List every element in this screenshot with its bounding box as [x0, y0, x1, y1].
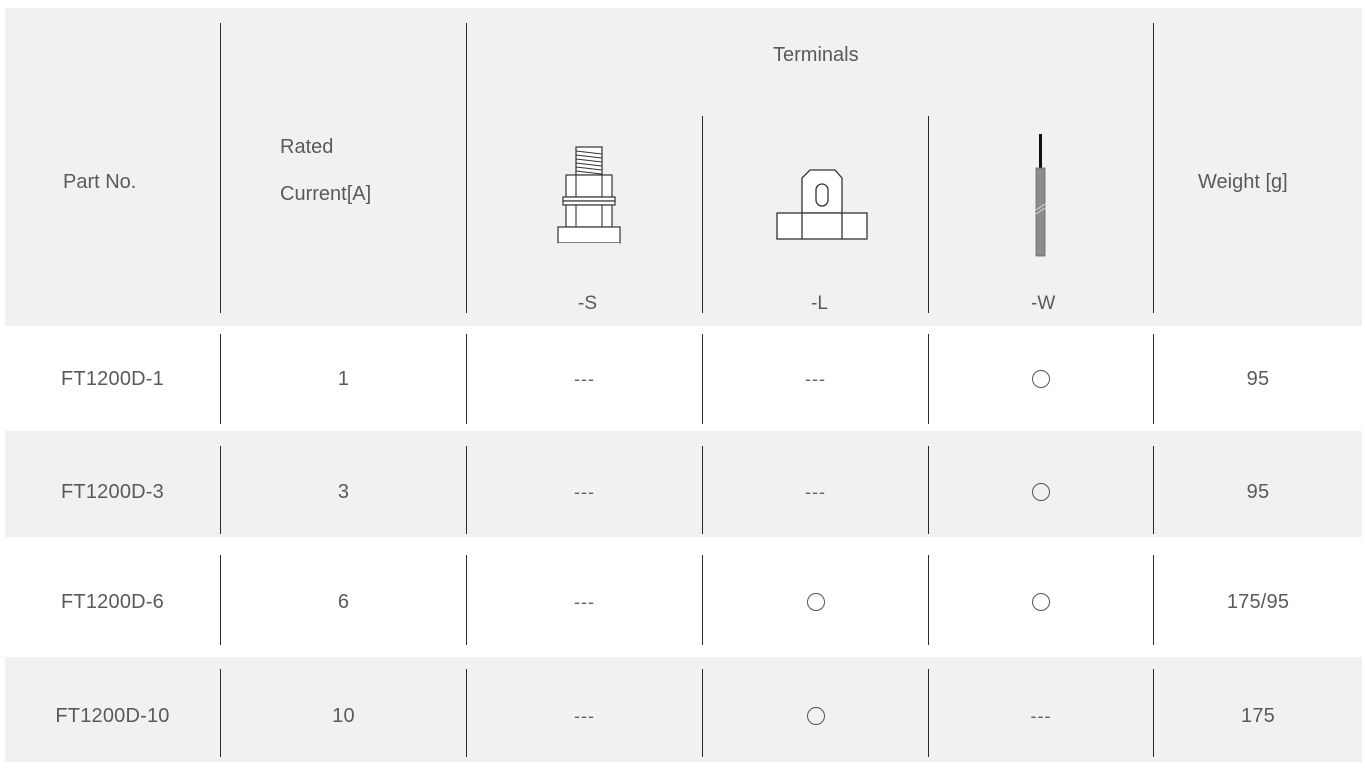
- header-divider-3: [702, 116, 703, 313]
- terminal-w-cell: [929, 543, 1153, 661]
- header-divider-4: [928, 116, 929, 313]
- table-row: FT1200D-6 6 --- 175/95: [5, 543, 1362, 655]
- weight-header: Weight [g]: [1198, 171, 1288, 193]
- weight-cell: 175/95: [1226, 590, 1290, 613]
- rated-header-line2: Current[A]: [280, 183, 372, 205]
- terminal-s-cell: ---: [574, 705, 595, 726]
- terminal-l-cell: [703, 657, 928, 775]
- part-no-cell: FT1200D-10: [55, 704, 170, 727]
- weight-cell: 95: [1246, 480, 1270, 503]
- term-w-label: -W: [1031, 293, 1056, 314]
- header-divider-2: [466, 23, 467, 313]
- table-header: Part No. Rated Current[A] Terminals Weig…: [5, 8, 1362, 326]
- lug-terminal-icon: [775, 166, 869, 242]
- table-row: FT1200D-1 1 --- --- 95: [5, 326, 1362, 432]
- weight-cell: 175: [1241, 704, 1275, 727]
- rated-current-cell: 10: [332, 704, 355, 727]
- terminal-s-cell: ---: [574, 591, 595, 612]
- circle-mark-icon: [1032, 483, 1050, 501]
- part-no-header: Part No.: [63, 171, 137, 193]
- header-divider-1: [220, 23, 221, 313]
- terminal-l-cell: ---: [805, 368, 826, 389]
- circle-mark-icon: [1032, 593, 1050, 611]
- rated-header-line1: Rated: [280, 136, 334, 158]
- part-no-cell: FT1200D-6: [61, 590, 164, 613]
- part-no-cell: FT1200D-1: [61, 367, 164, 390]
- term-s-label: -S: [578, 293, 597, 314]
- terminal-w-cell: ---: [1030, 705, 1052, 726]
- term-l-label: -L: [811, 293, 828, 314]
- terminal-s-cell: ---: [574, 368, 595, 389]
- screw-terminal-icon: [556, 145, 626, 249]
- terminals-header: Terminals: [773, 44, 859, 66]
- terminal-l-cell: ---: [805, 481, 826, 502]
- rated-current-cell: 1: [337, 367, 350, 390]
- circle-mark-icon: [806, 707, 825, 725]
- terminal-w-cell: [929, 439, 1153, 545]
- part-no-cell: FT1200D-3: [61, 480, 164, 503]
- rated-current-cell: 3: [337, 480, 350, 503]
- terminal-l-cell: [703, 543, 928, 661]
- terminal-w-cell: [929, 326, 1153, 432]
- rated-current-cell: 6: [337, 590, 350, 613]
- circle-mark-icon: [1032, 370, 1050, 388]
- table-row: FT1200D-3 3 --- --- 95: [5, 431, 1362, 537]
- header-divider-5: [1153, 23, 1154, 313]
- circle-mark-icon: [806, 593, 825, 611]
- table-row: FT1200D-10 10 --- --- 175: [5, 657, 1362, 762]
- terminal-s-cell: ---: [574, 481, 595, 502]
- weight-cell: 95: [1246, 367, 1270, 390]
- wire-terminal-icon: [1033, 134, 1049, 258]
